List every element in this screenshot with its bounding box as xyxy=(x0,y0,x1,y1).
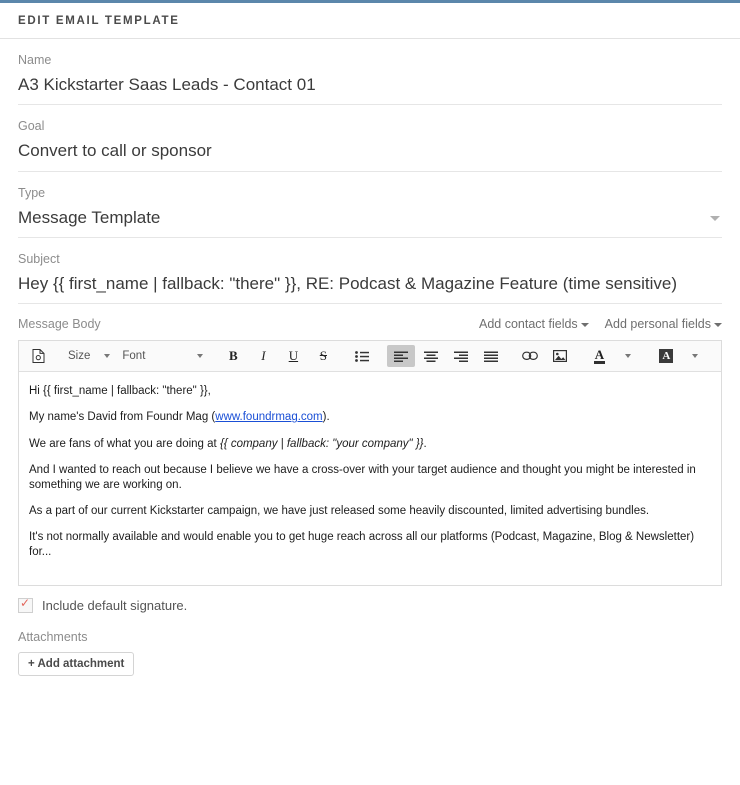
source-code-glyph xyxy=(32,349,44,363)
type-select-value[interactable]: Message Template xyxy=(18,207,722,228)
size-label: Size xyxy=(68,350,91,362)
align-left-glyph xyxy=(394,351,409,362)
caret-down-icon xyxy=(692,354,699,358)
goal-label: Goal xyxy=(18,119,45,134)
font-color-button[interactable]: A xyxy=(585,345,613,367)
name-label: Name xyxy=(18,53,52,67)
add-contact-fields-dropdown[interactable]: Add contact fields xyxy=(479,317,589,331)
font-color-letter: A xyxy=(593,347,606,365)
include-signature-checkbox[interactable]: ✓ xyxy=(18,596,33,613)
name-field[interactable]: Name A3 Kickstarter Saas Leads - Contact… xyxy=(18,39,722,106)
bullet-list-icon[interactable] xyxy=(348,345,376,367)
subject-field[interactable]: Subject Hey {{ first_name | fallback: "t… xyxy=(18,238,722,304)
image-glyph xyxy=(553,350,568,362)
type-label: Type xyxy=(18,185,46,200)
bullet-list-glyph xyxy=(355,350,370,362)
chevron-down-icon[interactable] xyxy=(710,215,720,221)
align-left-icon[interactable] xyxy=(387,345,416,367)
caret-down-icon xyxy=(625,354,632,358)
compliment-text-before: We are fans of what you are doing at xyxy=(29,437,220,450)
include-signature-row[interactable]: ✓ Include default signature. xyxy=(18,586,722,613)
strikethrough-button[interactable]: S xyxy=(309,345,337,367)
bold-button[interactable]: B xyxy=(219,345,247,367)
editor-content-area[interactable]: Hi {{ first_name | fallback: "there" }},… xyxy=(19,372,721,585)
add-personal-fields-label: Add personal fields xyxy=(604,317,711,331)
subject-label: Subject xyxy=(18,251,60,266)
add-attachment-button[interactable]: + Add attachment xyxy=(18,652,135,676)
email-paragraph-greeting: Hi {{ first_name | fallback: "there" }}, xyxy=(29,385,211,397)
add-contact-fields-label: Add contact fields xyxy=(479,317,578,331)
align-justify-icon[interactable] xyxy=(477,345,505,367)
email-paragraph-offer: As a part of our current Kickstarter cam… xyxy=(29,504,650,517)
type-field[interactable]: Type Message Template xyxy=(18,172,722,238)
source-code-icon[interactable] xyxy=(24,345,52,367)
caret-down-icon xyxy=(104,354,111,358)
align-right-glyph xyxy=(454,351,469,362)
underline-button[interactable]: U xyxy=(279,345,307,367)
compliment-text-after: . xyxy=(423,437,427,450)
align-center-glyph xyxy=(424,351,439,362)
font-color-dropdown[interactable] xyxy=(615,345,641,367)
checkmark-icon: ✓ xyxy=(20,596,31,610)
caret-down-icon xyxy=(580,322,589,327)
highlight-color-letter: A xyxy=(659,348,674,364)
link-glyph xyxy=(522,351,539,360)
template-form: Name A3 Kickstarter Saas Leads - Contact… xyxy=(0,39,740,676)
align-justify-glyph xyxy=(484,351,499,362)
company-merge-field: {{ company | fallback: "your company" }} xyxy=(219,437,424,450)
email-paragraph-intro: My name's David from Foundr Mag (www.fou… xyxy=(29,410,711,424)
include-signature-label: Include default signature. xyxy=(42,598,188,613)
highlight-color-button[interactable]: A xyxy=(652,345,680,367)
email-paragraph-reason: And I wanted to reach out because I beli… xyxy=(29,464,696,491)
intro-text-before: My name's David from Foundr Mag ( xyxy=(29,411,216,424)
foundrmag-link[interactable]: www.foundrmag.com xyxy=(215,411,322,423)
page-title: EDIT EMAIL TEMPLATE xyxy=(18,15,180,27)
email-paragraph-compliment: We are fans of what you are doing at {{ … xyxy=(29,437,711,451)
size-dropdown[interactable]: Size xyxy=(64,345,114,367)
add-personal-fields-dropdown[interactable]: Add personal fields xyxy=(605,317,722,331)
caret-down-icon xyxy=(197,354,204,358)
panel-header: EDIT EMAIL TEMPLATE xyxy=(0,3,740,39)
font-dropdown[interactable]: Font xyxy=(118,345,207,367)
message-body-label: Message Body xyxy=(18,317,101,331)
goal-field[interactable]: Goal Convert to call or sponsor xyxy=(18,105,722,172)
message-body-header: Message Body Add contact fields Add pers… xyxy=(18,304,722,340)
name-input[interactable]: A3 Kickstarter Saas Leads - Contact 01 xyxy=(18,74,722,95)
merge-field-links: Add contact fields Add personal fields xyxy=(479,317,722,331)
highlight-color-dropdown[interactable] xyxy=(682,345,708,367)
rich-text-editor[interactable]: Size Font B I U S A A Hi {{first_name |… xyxy=(18,340,722,586)
image-icon[interactable] xyxy=(546,345,574,367)
attachments-label: Attachments xyxy=(18,630,88,644)
goal-input[interactable]: Convert to call or sponsor xyxy=(18,140,722,161)
editor-toolbar: Size Font B I U S A A xyxy=(19,341,721,372)
subject-input[interactable]: Hey {{ first_name | fallback: "there" }}… xyxy=(18,273,722,294)
italic-button[interactable]: I xyxy=(249,345,277,367)
link-icon[interactable] xyxy=(516,345,544,367)
email-paragraph-reach: It's not normally available and would en… xyxy=(29,531,695,558)
align-center-icon[interactable] xyxy=(417,345,445,367)
align-right-icon[interactable] xyxy=(447,345,475,367)
caret-down-icon xyxy=(714,322,722,327)
font-label: Font xyxy=(122,350,146,362)
intro-text-after: ). xyxy=(322,411,330,424)
